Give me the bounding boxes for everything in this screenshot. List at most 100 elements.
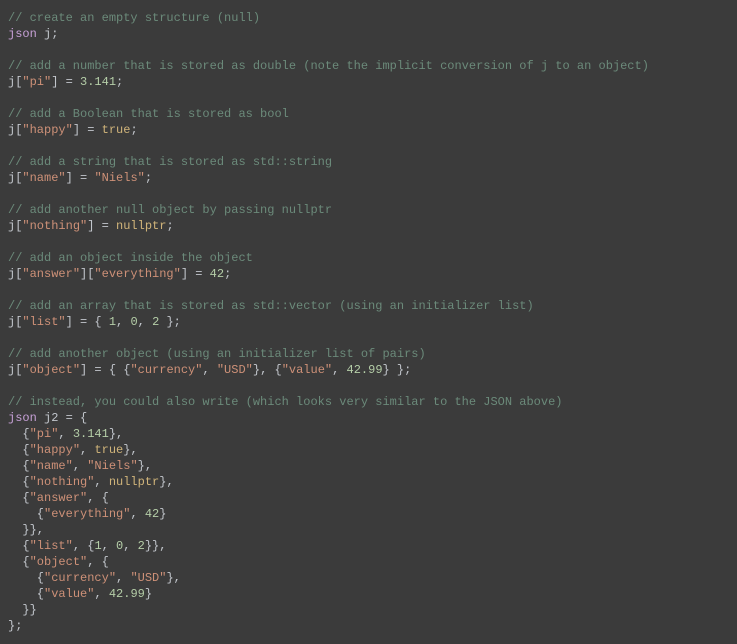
code-token: { <box>8 443 30 457</box>
code-line: json j2 = { <box>8 410 729 426</box>
code-line: j["pi"] = 3.141; <box>8 74 729 90</box>
code-token: ; <box>224 267 231 281</box>
code-token: ] = { <box>66 315 109 329</box>
code-line: {"list", {1, 0, 2}}, <box>8 538 729 554</box>
code-token: } <box>159 507 166 521</box>
code-token: // add a number that is stored as double… <box>8 59 649 73</box>
code-token: "Niels" <box>87 459 137 473</box>
code-token: json <box>8 27 37 41</box>
code-token: "name" <box>30 459 73 473</box>
code-line: json j; <box>8 26 729 42</box>
code-block: // create an empty structure (null)json … <box>8 10 729 634</box>
code-token: "nothing" <box>30 475 95 489</box>
code-line: j["object"] = { {"currency", "USD"}, {"v… <box>8 362 729 378</box>
code-token: 0 <box>130 315 137 329</box>
code-token: , <box>116 571 130 585</box>
code-token: , <box>94 587 108 601</box>
code-token: "Niels" <box>94 171 144 185</box>
code-token: 3.141 <box>80 75 116 89</box>
code-line: {"object", { <box>8 554 729 570</box>
code-line <box>8 234 729 250</box>
code-token: "list" <box>30 539 73 553</box>
code-token: { <box>8 459 30 473</box>
code-token: { <box>8 539 30 553</box>
code-token: , <box>332 363 346 377</box>
code-token: , <box>73 459 87 473</box>
code-line: // instead, you could also write (which … <box>8 394 729 410</box>
code-token: ] = { { <box>80 363 130 377</box>
code-token: 3.141 <box>73 427 109 441</box>
code-token: , <box>80 443 94 457</box>
code-token <box>37 411 44 425</box>
code-token: }} <box>8 603 37 617</box>
code-token: "everything" <box>44 507 130 521</box>
code-token: ][ <box>80 267 94 281</box>
code-line <box>8 186 729 202</box>
code-token: { <box>8 475 30 489</box>
code-token: }, <box>109 427 123 441</box>
code-line: {"value", 42.99} <box>8 586 729 602</box>
code-line <box>8 42 729 58</box>
code-token: "value" <box>44 587 94 601</box>
code-token: }}, <box>145 539 167 553</box>
code-token: // instead, you could also write (which … <box>8 395 563 409</box>
code-token: "happy" <box>22 123 72 137</box>
code-token: "currency" <box>130 363 202 377</box>
code-token: "pi" <box>30 427 59 441</box>
code-token: }; <box>159 315 181 329</box>
code-line: j["answer"]["everything"] = 42; <box>8 266 729 282</box>
code-line: j["happy"] = true; <box>8 122 729 138</box>
code-line: j["name"] = "Niels"; <box>8 170 729 186</box>
code-token: // create an empty structure (null) <box>8 11 260 25</box>
code-line: }} <box>8 602 729 618</box>
code-line: {"name", "Niels"}, <box>8 458 729 474</box>
code-token: "name" <box>22 171 65 185</box>
code-line: // add a Boolean that is stored as bool <box>8 106 729 122</box>
code-line: {"answer", { <box>8 490 729 506</box>
code-line: // add an object inside the object <box>8 250 729 266</box>
code-token: "USD" <box>130 571 166 585</box>
code-token: , { <box>87 555 109 569</box>
code-token: ] = <box>73 123 102 137</box>
code-token: // add another null object by passing nu… <box>8 203 332 217</box>
code-token: }, <box>138 459 152 473</box>
code-token: { <box>8 507 44 521</box>
code-token: , <box>138 315 152 329</box>
code-line: j["nothing"] = nullptr; <box>8 218 729 234</box>
code-line: j["list"] = { 1, 0, 2 }; <box>8 314 729 330</box>
code-token: true <box>102 123 131 137</box>
code-token: 42 <box>145 507 159 521</box>
code-token: "list" <box>22 315 65 329</box>
code-token: // add a string that is stored as std::s… <box>8 155 332 169</box>
code-token: ; <box>116 75 123 89</box>
code-token: "object" <box>22 363 80 377</box>
code-token: 2 <box>138 539 145 553</box>
code-token: "value" <box>282 363 332 377</box>
code-token: ; <box>51 27 58 41</box>
code-token: "nothing" <box>22 219 87 233</box>
code-token: "pi" <box>22 75 51 89</box>
code-token: "USD" <box>217 363 253 377</box>
code-token: , <box>94 475 108 489</box>
code-token: }}, <box>8 523 44 537</box>
code-token: nullptr <box>116 219 166 233</box>
code-token: ] = <box>51 75 80 89</box>
code-token: "answer" <box>30 491 88 505</box>
code-token: , <box>116 315 130 329</box>
code-line: }}, <box>8 522 729 538</box>
code-token: , <box>130 507 144 521</box>
code-token <box>37 27 44 41</box>
code-line: {"nothing", nullptr}, <box>8 474 729 490</box>
code-token: json <box>8 411 37 425</box>
code-token: }, { <box>253 363 282 377</box>
code-token: , { <box>73 539 95 553</box>
code-token: ; <box>130 123 137 137</box>
code-line: // create an empty structure (null) <box>8 10 729 26</box>
code-token: { <box>8 491 30 505</box>
code-token: 1 <box>94 539 101 553</box>
code-token: }, <box>123 443 137 457</box>
code-token: "everything" <box>94 267 180 281</box>
code-token: , <box>58 427 72 441</box>
code-token: { <box>8 427 30 441</box>
code-token: ] = <box>181 267 210 281</box>
